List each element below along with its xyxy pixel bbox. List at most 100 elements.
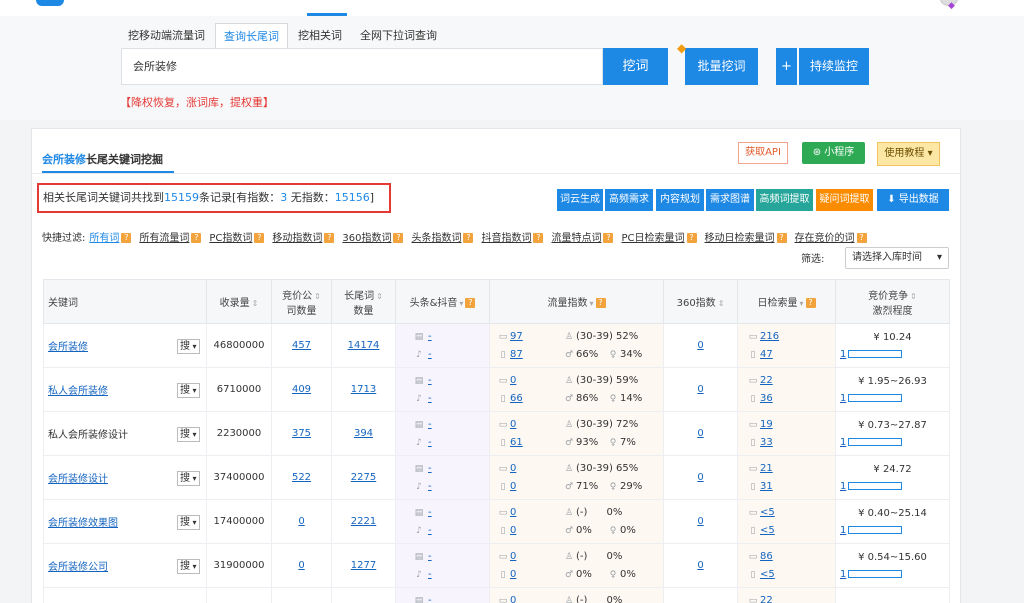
mobile-index-link[interactable]: 0	[510, 481, 516, 492]
get-api-button[interactable]: 获取API	[738, 142, 788, 164]
competition-level-link[interactable]: 1	[840, 525, 846, 536]
mobile-daily-link[interactable]: 47	[760, 349, 773, 360]
help-icon[interactable]: ?	[856, 233, 867, 243]
col-longtail-count[interactable]: 长尾词 ⇕ 数量	[331, 279, 396, 324]
search-engine-dropdown[interactable]: 搜	[177, 383, 200, 398]
toutiao-index-link[interactable]: -	[428, 595, 432, 603]
pc-index-link[interactable]: 0	[510, 375, 516, 386]
tab-longtail[interactable]: 查询长尾词	[215, 23, 288, 49]
toutiao-index-link[interactable]: -	[428, 507, 432, 518]
toutiao-index-link[interactable]: -	[428, 551, 432, 562]
dig-button[interactable]: 挖词	[603, 48, 668, 85]
mobile-index-link[interactable]: 87	[510, 349, 523, 360]
tab-mobile-traffic[interactable]: 挖移动端流量词	[120, 23, 213, 49]
monitor-button[interactable]: 持续监控	[799, 48, 869, 85]
s360-link[interactable]: 0	[697, 340, 703, 351]
add-monitor-button[interactable]: +	[776, 48, 797, 85]
search-engine-dropdown[interactable]: 搜	[177, 559, 200, 574]
search-engine-dropdown[interactable]: 搜	[177, 339, 200, 354]
keyword-link[interactable]: 会所装修效果图	[48, 518, 118, 529]
bid-count-link[interactable]: 457	[292, 340, 311, 351]
keyword-link[interactable]: 私人会所装修设计	[48, 430, 128, 441]
help-icon[interactable]: ?	[805, 298, 816, 308]
help-icon[interactable]: ?	[463, 233, 474, 243]
pc-index-link[interactable]: 0	[510, 551, 516, 562]
bid-count-link[interactable]: 409	[292, 384, 311, 395]
keyword-link[interactable]: 会所装修	[48, 342, 88, 353]
s360-link[interactable]: 0	[697, 472, 703, 483]
demand-graph-button[interactable]: 需求图谱	[706, 189, 754, 211]
high-freq-extract-button[interactable]: 高频词提取	[756, 189, 813, 211]
pc-daily-link[interactable]: 21	[760, 463, 773, 474]
quick-filter-item[interactable]: 360指数词?	[342, 229, 404, 244]
pc-index-link[interactable]: 0	[510, 507, 516, 518]
s360-link[interactable]: 0	[697, 384, 703, 395]
pc-daily-link[interactable]: 22	[760, 595, 773, 603]
mobile-daily-link[interactable]: 31	[760, 481, 773, 492]
pc-index-link[interactable]: 0	[510, 595, 516, 603]
toutiao-index-link[interactable]: -	[428, 331, 432, 342]
date-filter-select[interactable]: 请选择入库时间	[845, 247, 949, 269]
help-icon[interactable]: ?	[603, 233, 614, 243]
help-icon[interactable]: ?	[254, 233, 265, 243]
help-icon[interactable]: ?	[465, 298, 476, 308]
high-freq-demand-button[interactable]: 高频需求	[605, 189, 653, 211]
pc-index-link[interactable]: 97	[510, 331, 523, 342]
bid-count-link[interactable]: 375	[292, 428, 311, 439]
pc-daily-link[interactable]: 216	[760, 331, 779, 342]
pc-daily-link[interactable]: 86	[760, 551, 773, 562]
mobile-index-link[interactable]: 61	[510, 437, 523, 448]
pc-index-link[interactable]: 0	[510, 419, 516, 430]
douyin-index-link[interactable]: -	[428, 393, 432, 404]
promo-text[interactable]: 【降权恢复，涨词库，提权重】	[120, 94, 274, 110]
pc-daily-link[interactable]: 19	[760, 419, 773, 430]
mobile-daily-link[interactable]: 36	[760, 393, 773, 404]
quick-filter-item[interactable]: 所有词?	[89, 229, 132, 244]
content-plan-button[interactable]: 内容规划	[656, 189, 704, 211]
bid-count-link[interactable]: 0	[298, 516, 304, 527]
search-engine-dropdown[interactable]: 搜	[177, 515, 200, 530]
toutiao-index-link[interactable]: -	[428, 463, 432, 474]
search-input[interactable]: 会所装修	[121, 48, 603, 85]
keyword-link[interactable]: 私人会所装修	[48, 386, 108, 397]
keyword-link[interactable]: 会所装修公司	[48, 562, 108, 573]
quick-filter-item[interactable]: 流量特点词?	[551, 229, 614, 244]
toutiao-index-link[interactable]: -	[428, 375, 432, 386]
douyin-index-link[interactable]: -	[428, 569, 432, 580]
longtail-link[interactable]: 14174	[348, 340, 380, 351]
word-cloud-button[interactable]: 词云生成	[557, 189, 603, 211]
pc-daily-link[interactable]: 22	[760, 375, 773, 386]
quick-filter-item[interactable]: 抖音指数词?	[481, 229, 544, 244]
col-indexed[interactable]: 收录量 ⇕	[206, 279, 272, 324]
competition-level-link[interactable]: 1	[840, 481, 846, 492]
help-icon[interactable]: ?	[324, 233, 335, 243]
toutiao-index-link[interactable]: -	[428, 419, 432, 430]
quick-filter-item[interactable]: PC日检索量词?	[621, 229, 697, 244]
col-traffic-index[interactable]: 流量指数 ▾?	[489, 279, 664, 324]
mobile-daily-link[interactable]: <5	[760, 525, 775, 536]
mobile-daily-link[interactable]: 33	[760, 437, 773, 448]
pc-daily-link[interactable]: <5	[760, 507, 775, 518]
douyin-index-link[interactable]: -	[428, 481, 432, 492]
quick-filter-item[interactable]: 移动日检索量词?	[705, 229, 787, 244]
competition-level-link[interactable]: 1	[840, 437, 846, 448]
mini-program-button[interactable]: ⊛ 小程序	[802, 142, 865, 164]
question-extract-button[interactable]: 疑问词提取	[816, 189, 873, 211]
pc-index-link[interactable]: 0	[510, 463, 516, 474]
quick-filter-item[interactable]: 存在竞价的词?	[795, 229, 867, 244]
help-icon[interactable]: ?	[776, 233, 787, 243]
col-daily-search[interactable]: 日检索量 ▾?	[737, 279, 836, 324]
mobile-index-link[interactable]: 66	[510, 393, 523, 404]
quick-filter-item[interactable]: 头条指数词?	[411, 229, 474, 244]
longtail-link[interactable]: 1713	[351, 384, 376, 395]
keyword-link[interactable]: 会所装修设计	[48, 474, 108, 485]
batch-dig-button[interactable]: 批量挖词	[685, 48, 758, 85]
logo[interactable]	[36, 0, 64, 6]
s360-link[interactable]: 0	[697, 560, 703, 571]
help-icon[interactable]: ?	[121, 233, 132, 243]
douyin-index-link[interactable]: -	[428, 349, 432, 360]
search-engine-dropdown[interactable]: 搜	[177, 427, 200, 442]
competition-level-link[interactable]: 1	[840, 393, 846, 404]
tab-dropdown-words[interactable]: 全网下拉词查询	[352, 23, 445, 49]
help-icon[interactable]: ?	[393, 233, 404, 243]
